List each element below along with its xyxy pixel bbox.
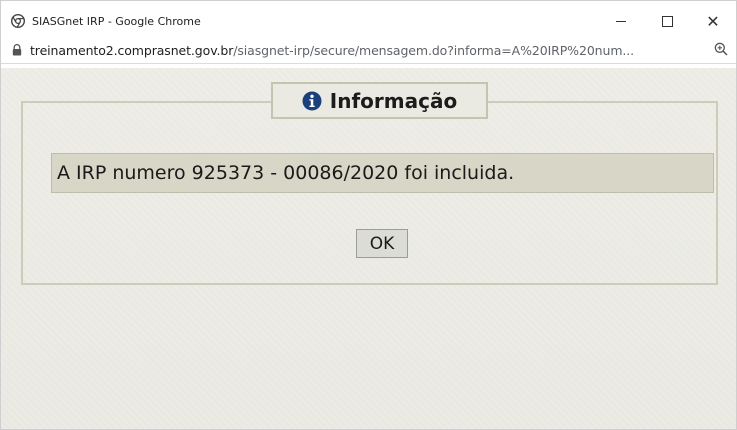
info-fieldset: Informação A IRP numero 925373 - 00086/2…: [21, 82, 718, 285]
title-bar: SIASGnet IRP - Google Chrome ✕: [1, 1, 736, 41]
legend-title: Informação: [329, 88, 458, 113]
info-icon: [302, 91, 322, 111]
chrome-app-icon: [11, 14, 25, 28]
maximize-icon[interactable]: [644, 1, 690, 41]
message-box: A IRP numero 925373 - 00086/2020 foi inc…: [51, 153, 714, 193]
lock-icon[interactable]: [12, 44, 22, 56]
address-bar[interactable]: treinamento2.comprasnet.gov.br/siasgnet-…: [1, 37, 736, 64]
url-host: treinamento2.comprasnet.gov.br: [30, 42, 234, 58]
browser-window: SIASGnet IRP - Google Chrome ✕ treinamen…: [0, 0, 737, 430]
close-icon[interactable]: ✕: [690, 1, 736, 41]
window-controls: ✕: [598, 1, 736, 41]
url-path: /siasgnet-irp/secure/mensagem.do?informa…: [233, 42, 635, 58]
ok-button[interactable]: OK: [356, 229, 408, 258]
window-title: SIASGnet IRP - Google Chrome: [32, 14, 201, 28]
zoom-icon[interactable]: [714, 42, 728, 56]
message-text: A IRP numero 925373 - 00086/2020 foi inc…: [57, 162, 515, 184]
info-legend: Informação: [271, 82, 488, 119]
url-text[interactable]: treinamento2.comprasnet.gov.br/siasgnet-…: [30, 43, 702, 58]
minimize-icon[interactable]: [598, 1, 644, 41]
page-content: Informação A IRP numero 925373 - 00086/2…: [1, 68, 736, 429]
